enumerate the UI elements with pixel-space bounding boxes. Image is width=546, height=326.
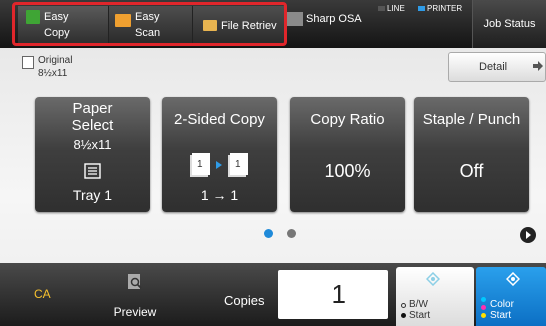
tab-highlight-frame bbox=[12, 2, 287, 46]
detail-label: Detail bbox=[479, 61, 508, 73]
magnifier-icon bbox=[127, 273, 143, 291]
copy-ratio-value: 100% bbox=[324, 161, 371, 181]
tray-value: Tray 1 bbox=[72, 187, 113, 203]
original-label: Original bbox=[38, 55, 73, 66]
copies-input[interactable]: 1 bbox=[278, 270, 388, 319]
sharp-osa-label: Sharp OSA bbox=[306, 13, 362, 25]
color-label-2: Start bbox=[490, 310, 512, 321]
tray-icon bbox=[84, 163, 101, 179]
bw-label-1: B/W bbox=[409, 299, 428, 310]
page-dot-2[interactable] bbox=[287, 229, 296, 238]
color-label-1: Color bbox=[490, 299, 514, 310]
copies-label: Copies bbox=[224, 293, 265, 308]
bw-dot-2 bbox=[401, 313, 406, 318]
clear-all-label: CA bbox=[34, 287, 51, 301]
svg-text:1: 1 bbox=[197, 159, 203, 170]
paper-size: 8½x11 bbox=[73, 137, 112, 152]
copy-ratio-card[interactable]: Copy Ratio 100% bbox=[290, 97, 405, 212]
original-size: 8½x11 bbox=[38, 68, 68, 79]
staple-punch-card[interactable]: Staple / Punch Off bbox=[414, 97, 529, 212]
detail-button[interactable]: Detail bbox=[448, 52, 546, 82]
clear-all-button[interactable]: CA bbox=[0, 263, 86, 326]
line-status: LINE bbox=[378, 4, 405, 13]
copy-ratio-title: Copy Ratio bbox=[310, 111, 385, 128]
color-dot-cyan bbox=[481, 297, 486, 302]
printer-status-label: PRINTER bbox=[427, 4, 463, 13]
top-bar: Easy Copy Easy Scan File Retriev Sharp O… bbox=[0, 0, 546, 48]
staple-punch-value: Off bbox=[459, 161, 484, 181]
two-sided-copy-card[interactable]: 2-Sided Copy 11 1 → 1 bbox=[162, 97, 277, 212]
copy-screen: { "tabs": { "easy_copy": "Easy Copy", "e… bbox=[0, 0, 546, 326]
color-dot-yellow bbox=[481, 313, 486, 318]
staple-punch-title: Staple / Punch bbox=[422, 111, 521, 128]
paper-select-card[interactable]: Paper Select 8½x11 Tray 1 bbox=[35, 97, 150, 212]
sharp-osa-button[interactable]: Sharp OSA bbox=[287, 12, 362, 26]
bottom-bar: CA Preview Copies 1 B/W Start Color Star… bbox=[0, 263, 546, 326]
paper-select-title-1: Paper bbox=[72, 100, 113, 117]
printer-indicator bbox=[418, 6, 425, 11]
printer-status: PRINTER bbox=[418, 4, 462, 13]
chevron-right-icon bbox=[526, 231, 531, 239]
job-status-label: Job Status bbox=[483, 18, 536, 30]
osa-icon bbox=[287, 12, 303, 26]
paper-select-title-2: Select bbox=[71, 117, 114, 134]
svg-text:1: 1 bbox=[235, 159, 241, 170]
color-dot-magenta bbox=[481, 305, 486, 310]
preview-button[interactable]: Preview bbox=[95, 263, 175, 326]
two-sided-copy-value: 1 → 1 bbox=[200, 187, 239, 203]
preview-label: Preview bbox=[113, 305, 157, 319]
color-start-button[interactable]: Color Start bbox=[476, 267, 546, 326]
page-dot-1[interactable] bbox=[264, 229, 273, 238]
bw-label-2: Start bbox=[409, 310, 431, 321]
diamond-icon bbox=[425, 271, 441, 287]
bw-start-button[interactable]: B/W Start bbox=[396, 267, 474, 326]
bw-dot bbox=[401, 303, 406, 308]
diamond-icon bbox=[505, 271, 521, 287]
original-doc-icon bbox=[22, 56, 34, 69]
line-indicator bbox=[378, 6, 385, 11]
line-status-label: LINE bbox=[387, 4, 405, 13]
two-sided-copy-title: 2-Sided Copy bbox=[174, 111, 265, 128]
duplex-icon: 11 bbox=[188, 151, 252, 179]
arrow-right-icon bbox=[533, 61, 543, 71]
next-page-button[interactable] bbox=[520, 227, 536, 243]
job-status-button[interactable]: Job Status bbox=[472, 0, 546, 48]
